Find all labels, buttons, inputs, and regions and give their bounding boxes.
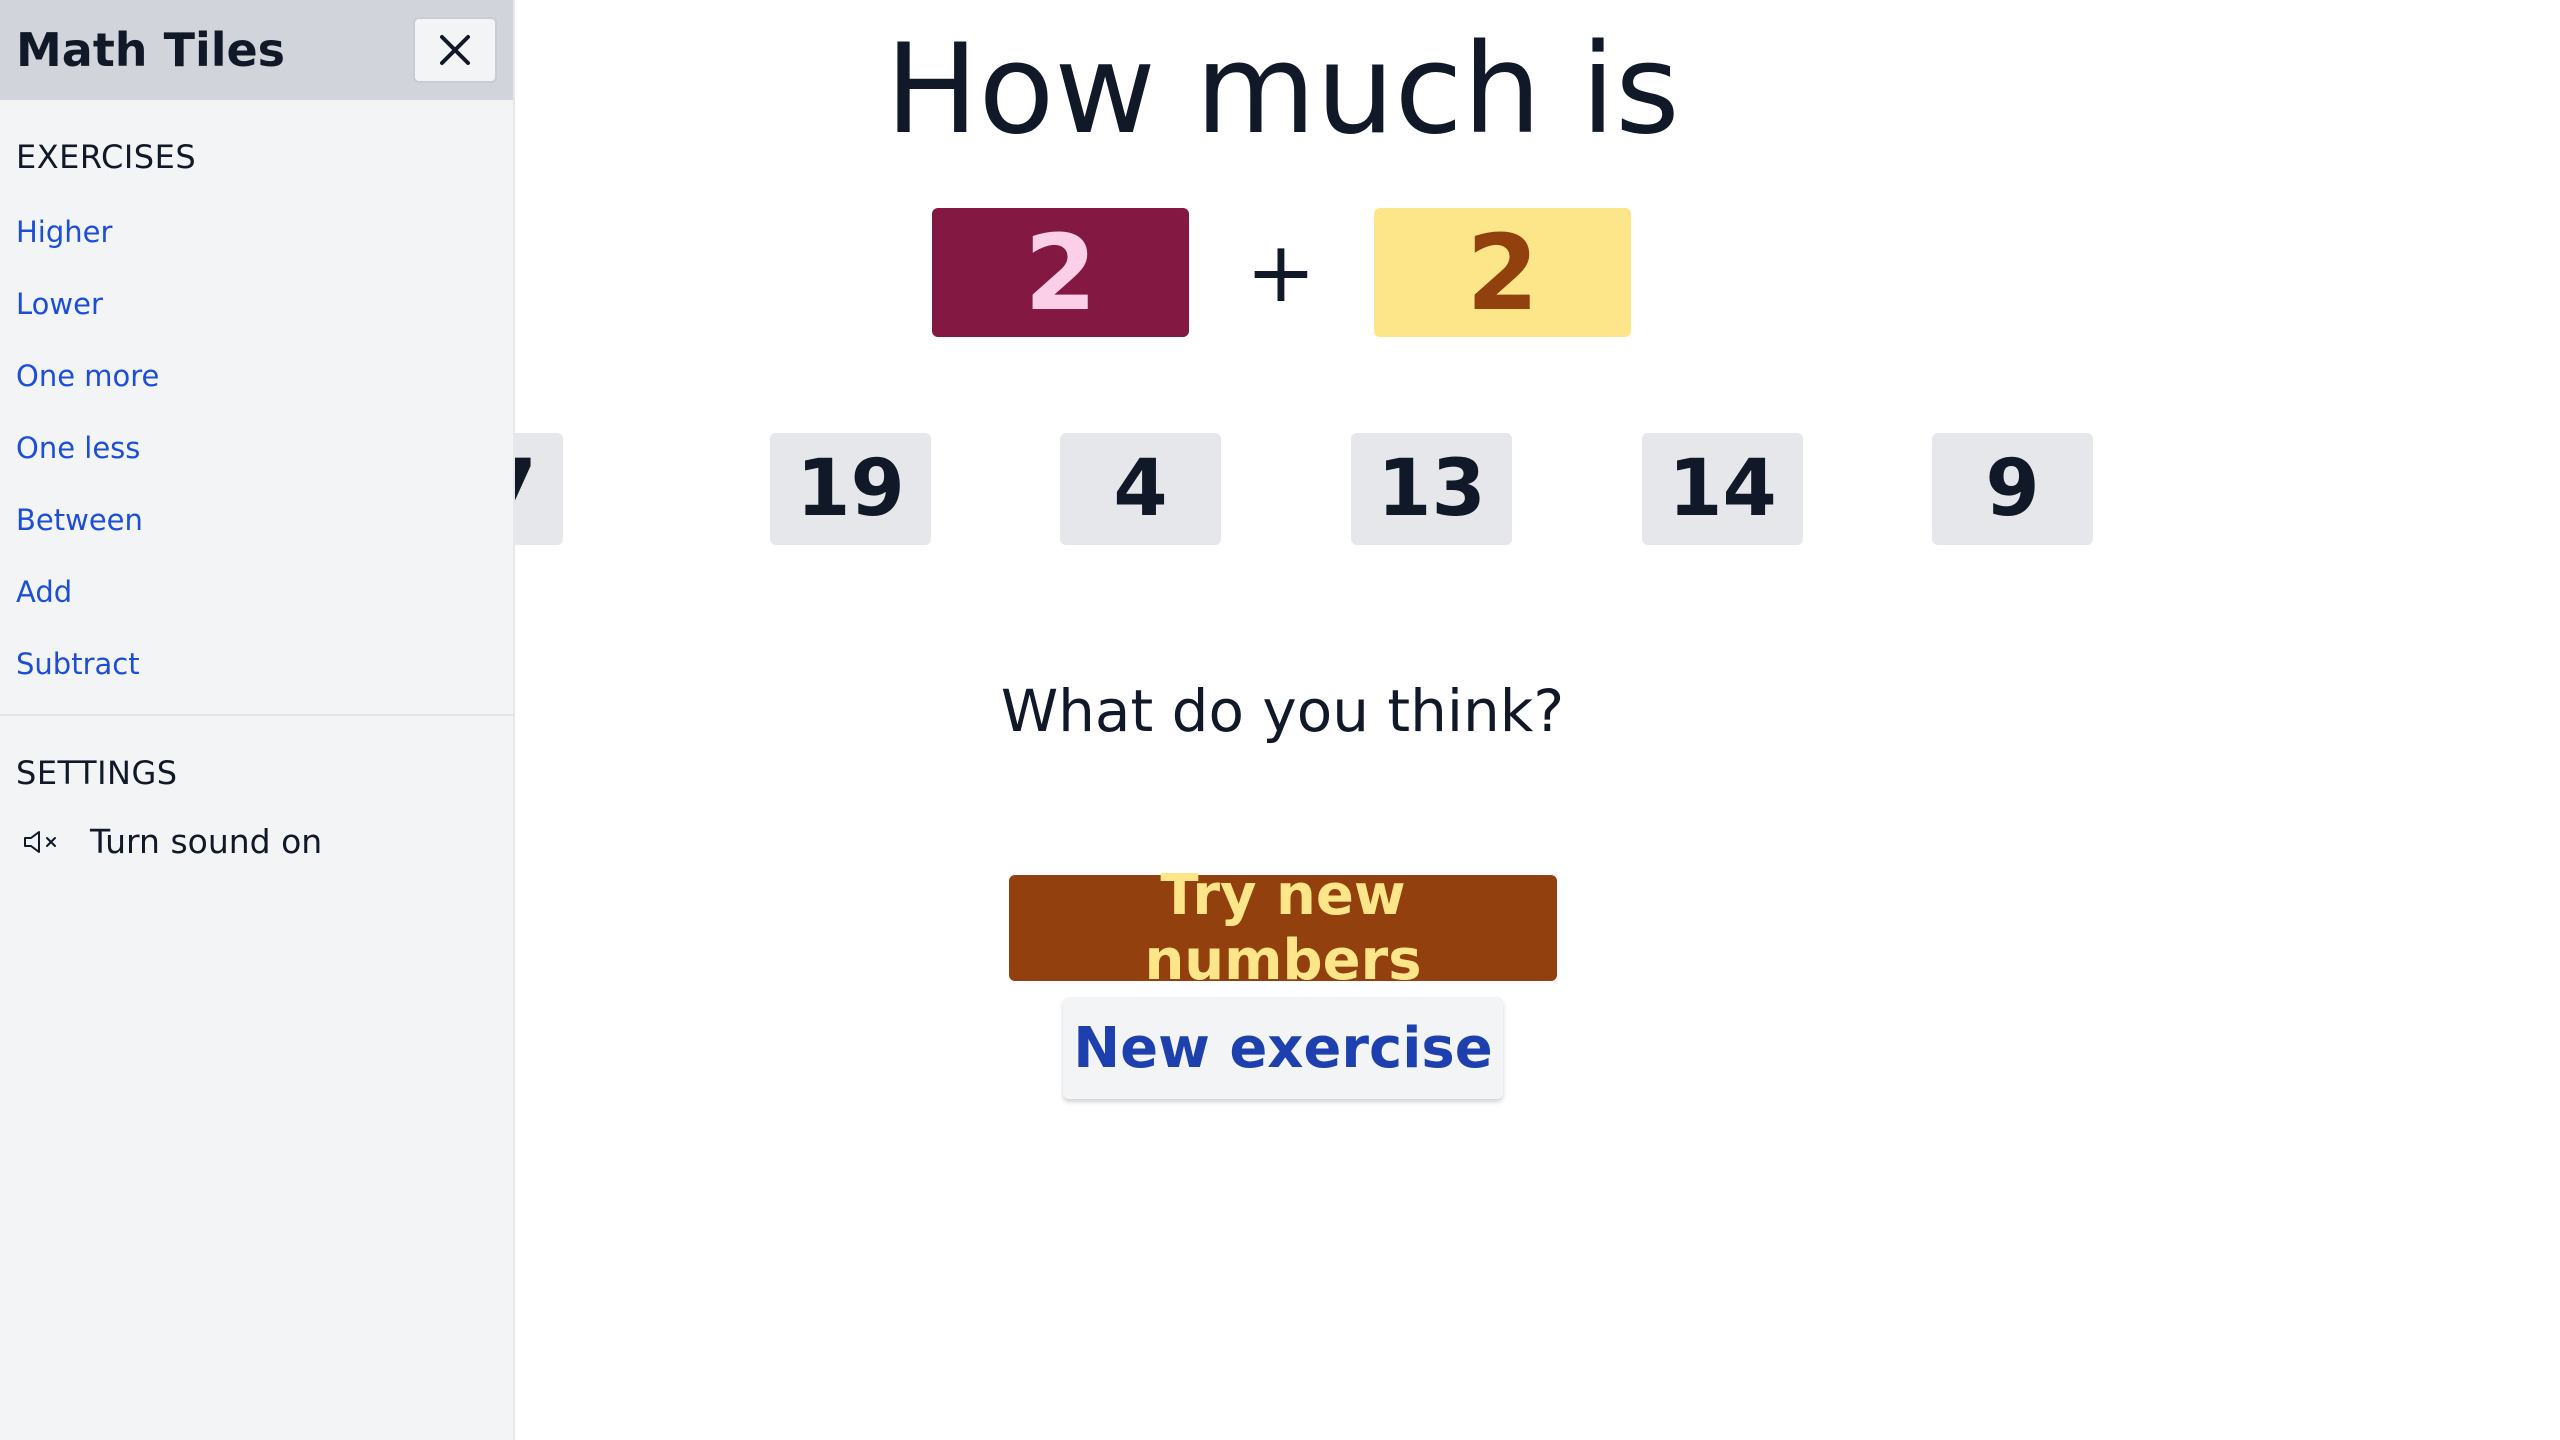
exercises-heading: EXERCISES [16,138,197,176]
sound-toggle-label: Turn sound on [90,822,323,861]
sidebar-item-higher[interactable]: Higher [0,196,513,268]
close-sidebar-button[interactable] [413,17,497,83]
operand-a-tile: 2 [932,208,1189,337]
operand-b-tile: 2 [1374,208,1631,337]
operator-sign: + [1245,223,1317,321]
answer-tile[interactable]: 14 [1642,433,1803,545]
sidebar-item-add[interactable]: Add [0,556,513,628]
sidebar-divider [0,714,513,716]
answer-tile[interactable]: 13 [1351,433,1512,545]
new-exercise-button[interactable]: New exercise [1063,997,1503,1099]
sidebar-item-between[interactable]: Between [0,484,513,556]
answer-tile[interactable]: 19 [770,433,931,545]
app-title: Math Tiles [16,23,286,77]
sidebar-item-one-less[interactable]: One less [0,412,513,484]
prompt-text: What do you think? [1000,677,1565,745]
try-new-numbers-button[interactable]: Try new numbers [1009,863,1557,993]
answer-tile[interactable]: 4 [1060,433,1221,545]
sidebar: Math Tiles EXERCISES Higher Lower One mo… [0,0,515,1440]
sidebar-header: Math Tiles [0,0,513,100]
answer-tile[interactable]: 9 [1932,433,2093,545]
settings-heading: SETTINGS [16,754,178,792]
close-icon [440,35,470,65]
sidebar-item-lower[interactable]: Lower [0,268,513,340]
exercise-list: Higher Lower One more One less Between A… [0,196,513,700]
main-content: How much is 2 + 2 17 19 4 13 14 9 What d… [402,0,2560,1440]
speaker-muted-icon [24,830,56,853]
sound-toggle[interactable]: Turn sound on [0,822,513,861]
question-title: How much is [885,18,1680,162]
sidebar-item-one-more[interactable]: One more [0,340,513,412]
sidebar-item-subtract[interactable]: Subtract [0,628,513,700]
